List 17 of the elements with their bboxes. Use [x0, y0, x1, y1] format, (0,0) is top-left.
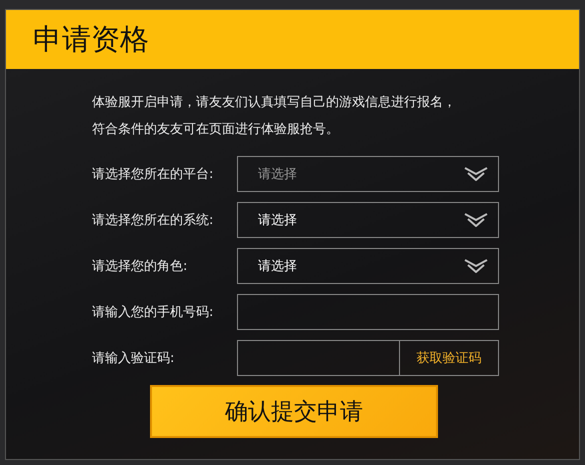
chevron-down-icon — [464, 212, 488, 226]
intro-text: 体验服开启申请，请友友们认真填写自己的游戏信息进行报名， — [92, 94, 457, 112]
chevron-down-icon — [464, 258, 488, 272]
chevron-down-icon — [464, 166, 488, 180]
intro-text: 符合条件的友友可在页面进行体验服抢号。 — [92, 121, 340, 139]
get-code-button[interactable]: 获取验证码 — [399, 340, 499, 376]
field-label: 请选择您所在的系统: — [92, 212, 214, 228]
panel-title: 申请资格 — [33, 20, 149, 58]
select-field[interactable]: 请选择 — [237, 248, 499, 284]
submit-button[interactable]: 确认提交申请 — [150, 385, 438, 438]
code-input-field[interactable] — [237, 340, 399, 376]
phone-input-field[interactable] — [237, 294, 499, 330]
field-label: 请输入您的手机号码: — [92, 304, 214, 320]
select-field[interactable]: 请选择 — [237, 202, 499, 238]
field-label: 请选择您所在的平台: — [92, 166, 214, 182]
field-label: 请输入验证码: — [92, 350, 176, 366]
field-label: 请选择您的角色: — [92, 258, 188, 274]
